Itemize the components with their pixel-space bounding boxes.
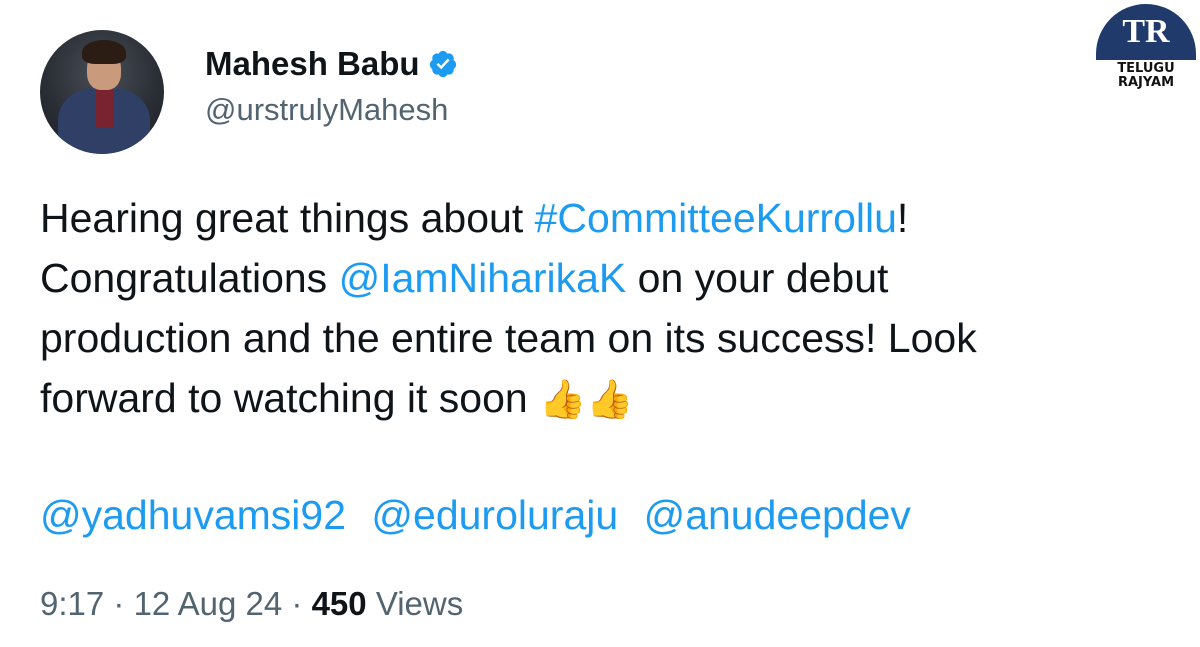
tweet-line-4: forward to watching it soon 👍👍 <box>40 368 1160 430</box>
tweet-line-2: Congratulations @IamNiharikaK on your de… <box>40 248 1160 308</box>
verified-badge-icon <box>429 50 456 78</box>
tweet-meta: 9:17 · 12 Aug 24 · 450 Views <box>40 585 463 623</box>
watermark-line-2: RAJYAM <box>1117 75 1175 90</box>
meta-separator: · <box>113 585 125 622</box>
mention-link[interactable]: @IamNiharikaK <box>339 255 627 301</box>
watermark-text: TELUGU RAJYAM <box>1096 62 1196 90</box>
meta-separator: · <box>291 585 303 622</box>
mention-link[interactable]: @yadhuvamsi92 <box>40 492 346 538</box>
tweet-text-segment: Hearing great things about <box>40 195 535 241</box>
avatar[interactable] <box>40 30 164 154</box>
tweet-line-1: Hearing great things about #CommitteeKur… <box>40 188 1160 248</box>
avatar-shirt-shape <box>96 88 114 128</box>
tweet-text-segment: on your debut <box>626 255 889 301</box>
mention-link[interactable]: @anudeepdev <box>644 492 911 538</box>
tweet-line-3: production and the entire team on its su… <box>40 315 977 361</box>
author-handle[interactable]: @urstrulyMahesh <box>205 92 448 128</box>
author-name-row: Mahesh Babu <box>205 45 458 83</box>
tweet-text: Hearing great things about #CommitteeKur… <box>40 188 1160 430</box>
tweet-text-segment: Congratulations <box>40 255 339 301</box>
thumbs-up-emoji-icon: 👍👍 <box>539 379 634 421</box>
avatar-hair-shape <box>82 40 126 64</box>
watermark-monogram: TR <box>1122 13 1170 50</box>
mention-link[interactable]: @eduroluraju <box>371 492 618 538</box>
mentions-row: @yadhuvamsi92 @eduroluraju @anudeepdev <box>40 492 925 539</box>
tweet-time[interactable]: 9:17 <box>40 585 104 622</box>
tweet-text-segment: forward to watching it soon <box>40 375 540 421</box>
watermark-line-1: TELUGU <box>1117 61 1175 76</box>
telugu-rajyam-watermark: TR TELUGU RAJYAM <box>1096 4 1196 94</box>
tweet-date[interactable]: 12 Aug 24 <box>134 585 283 622</box>
watermark-logo-icon: TR <box>1096 4 1196 60</box>
views-label: Views <box>375 585 464 622</box>
hashtag-link[interactable]: #CommitteeKurrollu <box>535 195 897 241</box>
views-count: 450 <box>311 585 367 622</box>
tweet-text-segment: ! <box>896 195 909 241</box>
author-name[interactable]: Mahesh Babu <box>205 45 420 83</box>
